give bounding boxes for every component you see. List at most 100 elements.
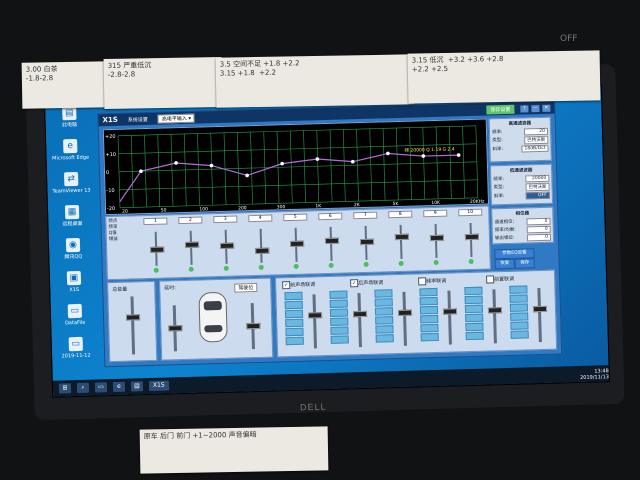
input-mode-select[interactable]: 高电平输入 ▾ [157, 113, 196, 124]
explorer-icon[interactable]: ▤ [130, 381, 144, 392]
checkbox-box[interactable]: ✓ [350, 279, 359, 288]
hp-freq-input[interactable]: 20 [523, 127, 549, 136]
mixer-cell[interactable] [284, 291, 303, 301]
mixer-cell[interactable] [374, 289, 393, 298]
delay-knob-right[interactable] [246, 322, 261, 330]
mixer-cell[interactable] [375, 316, 394, 325]
mixer-cell[interactable] [464, 286, 483, 296]
eq-band-knob[interactable] [429, 234, 445, 242]
link-checkbox[interactable]: ✓ 前声场联调 [282, 280, 315, 290]
link-checkbox[interactable]: 前置联调 [486, 275, 514, 284]
mixer-cell[interactable] [374, 307, 394, 316]
close-button[interactable]: ✕ [542, 104, 551, 112]
eq-band-point[interactable] [456, 153, 461, 157]
mixer-cell[interactable] [330, 326, 349, 335]
search-icon[interactable]: ⌕ [76, 382, 90, 394]
eq-band-knob[interactable] [255, 247, 270, 255]
mixer-cell[interactable] [509, 294, 528, 303]
eq-band-number[interactable]: 4 [248, 214, 273, 223]
eq-band-enable-dot[interactable] [153, 267, 159, 273]
eq-band-enable-dot[interactable] [328, 262, 334, 268]
checkbox-box[interactable] [418, 277, 427, 286]
checkbox-box[interactable] [486, 275, 495, 284]
eq-band-enable-dot[interactable] [433, 259, 439, 266]
eq-band-point[interactable] [280, 161, 284, 166]
lp-slope-select[interactable]: OFF [525, 191, 550, 200]
eq-band-enable-dot[interactable] [468, 258, 474, 265]
eq-band-knob[interactable] [220, 242, 235, 249]
eq-band-enable-dot[interactable] [398, 260, 404, 267]
link-checkbox[interactable]: 频率联调 [418, 277, 446, 286]
mixer-knob[interactable] [352, 310, 368, 318]
mixer-cell[interactable] [285, 318, 304, 328]
eq-band-knob[interactable] [184, 241, 200, 248]
eq-band-knob[interactable] [289, 240, 305, 248]
checkbox-box[interactable]: ✓ [282, 281, 291, 290]
mixer-cell[interactable] [419, 287, 438, 297]
mixer-cell[interactable] [419, 305, 439, 315]
task-view-icon[interactable]: ▭ [94, 382, 108, 393]
eq-band-knob[interactable] [324, 237, 340, 245]
eq-graph-svg[interactable]: +20 +10 0 -10 -20 20 50 100 200 300 1K 2K 5K 10K 20KHz… [104, 120, 488, 215]
mixer-slider[interactable] [402, 291, 407, 346]
phase-row-input[interactable]: 0 [526, 233, 552, 242]
mixer-knob[interactable] [442, 308, 458, 315]
save-eq-button[interactable]: 保存 [514, 258, 535, 269]
mixer-cell[interactable] [465, 322, 484, 332]
eq-band-number[interactable]: 2 [178, 216, 203, 225]
eq-band-number[interactable]: 10 [458, 208, 483, 217]
mixer-cell[interactable] [285, 327, 304, 337]
minimize-button[interactable]: — [531, 104, 540, 112]
master-volume-knob[interactable] [125, 314, 141, 321]
eq-band-knob[interactable] [359, 238, 375, 246]
mixer-cell[interactable] [420, 323, 439, 333]
help-button[interactable]: ? [520, 104, 529, 113]
desktop-icon[interactable]: ▭ 2019-11-12 [56, 336, 97, 359]
phase-row-input[interactable]: 0 [526, 217, 551, 226]
eq-band-point[interactable] [209, 163, 214, 168]
eq-band-enable-dot[interactable] [223, 265, 229, 271]
mixer-cell[interactable] [285, 336, 304, 346]
eq-band-number[interactable]: 5 [283, 213, 308, 222]
mixer-cell[interactable] [375, 334, 394, 343]
mixer-cell[interactable] [510, 330, 529, 339]
mixer-cell[interactable] [284, 300, 303, 310]
mixer-knob[interactable] [307, 312, 323, 319]
mixer-cell[interactable] [420, 332, 439, 342]
eq-band-point[interactable] [174, 161, 178, 165]
mixer-slider[interactable] [357, 293, 362, 348]
mixer-cell[interactable] [509, 285, 528, 294]
lp-type-select[interactable]: 巴特沃斯 [525, 182, 550, 192]
eq-band-point[interactable] [386, 151, 390, 156]
mixer-knob[interactable] [487, 307, 503, 314]
link-checkbox[interactable]: ✓ 后声场联调 [350, 278, 383, 288]
hp-type-select[interactable]: 巴特沃斯 [524, 135, 549, 145]
delay-knob-left[interactable] [168, 325, 183, 332]
mixer-cell[interactable] [465, 313, 484, 323]
eq-band-enable-dot[interactable] [258, 264, 264, 270]
eq-band-point[interactable] [245, 173, 249, 178]
eq-band-number[interactable]: 6 [318, 212, 343, 221]
taskbar-app-x1s[interactable]: X1S [148, 380, 169, 392]
mixer-slider[interactable] [537, 288, 542, 343]
mixer-cell[interactable] [510, 312, 529, 321]
tab-system-settings[interactable]: 系统设置 [123, 114, 152, 125]
desktop-icon[interactable]: ◉ 腾讯QQ [53, 237, 94, 261]
mixer-cell[interactable] [464, 304, 484, 314]
mixer-cell[interactable] [330, 335, 349, 344]
eq-graph[interactable]: +20 +10 0 -10 -20 20 50 100 200 300 1K 2K 5K 10K 20KHz… [102, 118, 490, 216]
eq-band-enable-dot[interactable] [363, 261, 369, 267]
lp-freq-input[interactable]: 20000 [525, 174, 550, 183]
system-clock[interactable]: 13:48 2019/11/13 [580, 368, 609, 381]
mixer-cell[interactable] [419, 296, 438, 306]
eq-band-enable-dot[interactable] [188, 266, 194, 272]
eq-band-knob[interactable] [464, 233, 480, 241]
mixer-slider[interactable] [492, 289, 497, 344]
master-volume-track[interactable] [130, 296, 136, 355]
mixer-cell[interactable] [464, 295, 483, 305]
eq-band-number[interactable]: 3 [213, 215, 238, 224]
mixer-cell[interactable] [329, 299, 348, 308]
restore-button[interactable]: 恢复 [494, 258, 515, 270]
eq-band-point[interactable] [315, 157, 320, 161]
save-settings-button[interactable]: 保存设置 [486, 104, 515, 114]
